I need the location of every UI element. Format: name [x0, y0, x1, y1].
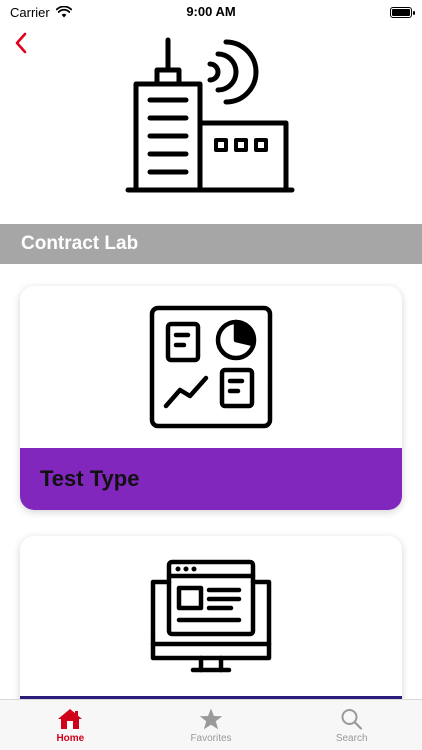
star-icon	[199, 708, 223, 730]
battery-icon	[390, 6, 415, 18]
tab-favorites[interactable]: Favorites	[141, 700, 282, 750]
status-left: Carrier	[10, 5, 72, 20]
tab-home[interactable]: Home	[0, 700, 141, 750]
section-header: Contract Lab	[0, 224, 422, 264]
search-icon	[341, 709, 362, 730]
wifi-icon	[55, 6, 72, 18]
card-icon-area	[20, 536, 402, 686]
chevron-left-icon	[15, 32, 27, 54]
card-icon-area	[20, 286, 402, 448]
carrier-label: Carrier	[10, 4, 50, 20]
tab-search[interactable]: Search	[281, 700, 422, 750]
computer-monitor-icon	[150, 559, 272, 673]
card-test-type[interactable]: Test Type	[20, 286, 402, 510]
tab-label: Search	[335, 733, 368, 744]
card-footer: Test Type	[20, 448, 402, 510]
section-title: Contract Lab	[21, 233, 139, 254]
card-computer[interactable]	[20, 536, 402, 716]
status-bar: Carrier	[0, 0, 422, 24]
tab-bar: Home Favorites Search	[0, 699, 422, 750]
building-antenna-icon	[125, 37, 295, 193]
back-button[interactable]	[10, 30, 32, 56]
card-label: Test Type	[40, 466, 140, 491]
home-icon	[58, 709, 83, 729]
tab-label: Favorites	[190, 733, 232, 744]
dashboard-board-icon	[149, 305, 273, 429]
app-screen: Carrier 9:00 AM Contract Lab Test Type H…	[0, 0, 422, 750]
tab-label: Home	[56, 733, 85, 744]
